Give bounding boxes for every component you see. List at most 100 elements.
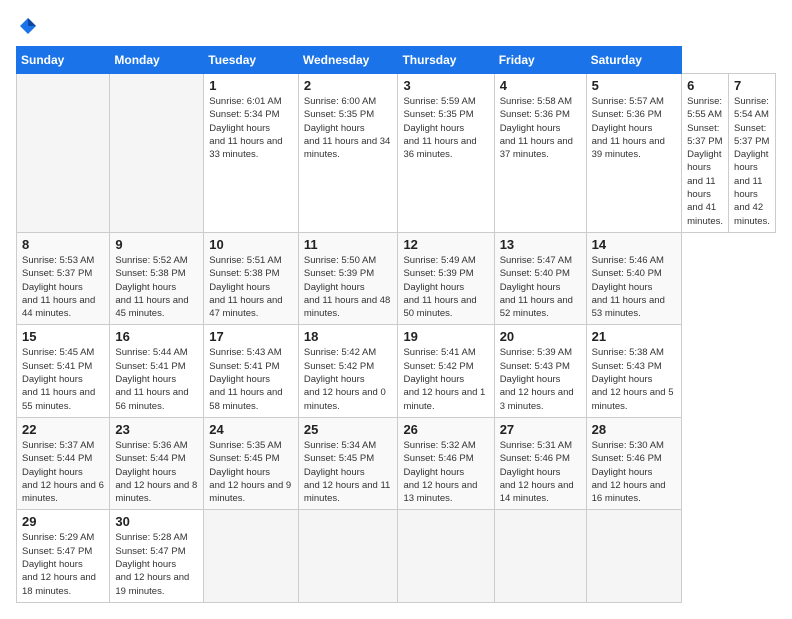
day-info: Sunrise: 5:31 AMSunset: 5:46 PMDaylight …: [500, 439, 581, 505]
day-info: Sunrise: 5:52 AMSunset: 5:38 PMDaylight …: [115, 254, 198, 320]
day-number: 3: [403, 78, 488, 93]
day-number: 23: [115, 422, 198, 437]
day-number: 5: [592, 78, 677, 93]
calendar-cell: 21 Sunrise: 5:38 AMSunset: 5:43 PMDaylig…: [586, 325, 682, 417]
weekday-header-sunday: Sunday: [17, 47, 110, 74]
day-number: 17: [209, 329, 293, 344]
logo: [16, 16, 38, 36]
calendar-cell: 19 Sunrise: 5:41 AMSunset: 5:42 PMDaylig…: [398, 325, 494, 417]
day-info: Sunrise: 5:45 AMSunset: 5:41 PMDaylight …: [22, 346, 104, 412]
calendar-week-5: 29 Sunrise: 5:29 AMSunset: 5:47 PMDaylig…: [17, 510, 776, 602]
calendar-cell: 29 Sunrise: 5:29 AMSunset: 5:47 PMDaylig…: [17, 510, 110, 602]
day-info: Sunrise: 5:51 AMSunset: 5:38 PMDaylight …: [209, 254, 293, 320]
calendar-week-3: 15 Sunrise: 5:45 AMSunset: 5:41 PMDaylig…: [17, 325, 776, 417]
day-number: 21: [592, 329, 677, 344]
calendar-cell: 14 Sunrise: 5:46 AMSunset: 5:40 PMDaylig…: [586, 232, 682, 324]
day-number: 18: [304, 329, 393, 344]
day-info: Sunrise: 5:30 AMSunset: 5:46 PMDaylight …: [592, 439, 677, 505]
day-number: 10: [209, 237, 293, 252]
day-number: 28: [592, 422, 677, 437]
day-number: 15: [22, 329, 104, 344]
day-info: Sunrise: 5:57 AMSunset: 5:36 PMDaylight …: [592, 95, 677, 161]
day-number: 11: [304, 237, 393, 252]
calendar-cell: 6 Sunrise: 5:55 AMSunset: 5:37 PMDayligh…: [682, 74, 729, 233]
day-number: 8: [22, 237, 104, 252]
day-number: 9: [115, 237, 198, 252]
day-number: 26: [403, 422, 488, 437]
day-number: 22: [22, 422, 104, 437]
day-info: Sunrise: 5:32 AMSunset: 5:46 PMDaylight …: [403, 439, 488, 505]
day-info: Sunrise: 5:46 AMSunset: 5:40 PMDaylight …: [592, 254, 677, 320]
empty-cell: [17, 74, 110, 233]
day-info: Sunrise: 6:00 AMSunset: 5:35 PMDaylight …: [304, 95, 393, 161]
day-number: 20: [500, 329, 581, 344]
calendar-cell: 2 Sunrise: 6:00 AMSunset: 5:35 PMDayligh…: [298, 74, 398, 233]
day-info: Sunrise: 5:29 AMSunset: 5:47 PMDaylight …: [22, 531, 104, 597]
calendar-header: SundayMondayTuesdayWednesdayThursdayFrid…: [17, 47, 776, 74]
day-info: Sunrise: 5:35 AMSunset: 5:45 PMDaylight …: [209, 439, 293, 505]
day-info: Sunrise: 5:47 AMSunset: 5:40 PMDaylight …: [500, 254, 581, 320]
day-info: Sunrise: 5:44 AMSunset: 5:41 PMDaylight …: [115, 346, 198, 412]
day-number: 29: [22, 514, 104, 529]
calendar-cell: 3 Sunrise: 5:59 AMSunset: 5:35 PMDayligh…: [398, 74, 494, 233]
day-info: Sunrise: 5:36 AMSunset: 5:44 PMDaylight …: [115, 439, 198, 505]
calendar-cell: 4 Sunrise: 5:58 AMSunset: 5:36 PMDayligh…: [494, 74, 586, 233]
calendar-cell: 1 Sunrise: 6:01 AMSunset: 5:34 PMDayligh…: [204, 74, 299, 233]
calendar-cell: 18 Sunrise: 5:42 AMSunset: 5:42 PMDaylig…: [298, 325, 398, 417]
calendar-cell: 16 Sunrise: 5:44 AMSunset: 5:41 PMDaylig…: [110, 325, 204, 417]
weekday-header-wednesday: Wednesday: [298, 47, 398, 74]
day-info: Sunrise: 5:43 AMSunset: 5:41 PMDaylight …: [209, 346, 293, 412]
day-number: 12: [403, 237, 488, 252]
day-info: Sunrise: 5:50 AMSunset: 5:39 PMDaylight …: [304, 254, 393, 320]
day-info: Sunrise: 6:01 AMSunset: 5:34 PMDaylight …: [209, 95, 293, 161]
day-info: Sunrise: 5:28 AMSunset: 5:47 PMDaylight …: [115, 531, 198, 597]
day-number: 6: [687, 78, 723, 93]
calendar-cell: 5 Sunrise: 5:57 AMSunset: 5:36 PMDayligh…: [586, 74, 682, 233]
weekday-header-saturday: Saturday: [586, 47, 682, 74]
day-number: 24: [209, 422, 293, 437]
day-info: Sunrise: 5:38 AMSunset: 5:43 PMDaylight …: [592, 346, 677, 412]
day-info: Sunrise: 5:58 AMSunset: 5:36 PMDaylight …: [500, 95, 581, 161]
day-info: Sunrise: 5:55 AMSunset: 5:37 PMDaylight …: [687, 95, 723, 228]
day-info: Sunrise: 5:53 AMSunset: 5:37 PMDaylight …: [22, 254, 104, 320]
calendar-body: 1 Sunrise: 6:01 AMSunset: 5:34 PMDayligh…: [17, 74, 776, 603]
calendar-cell: 15 Sunrise: 5:45 AMSunset: 5:41 PMDaylig…: [17, 325, 110, 417]
day-number: 25: [304, 422, 393, 437]
day-number: 27: [500, 422, 581, 437]
day-number: 13: [500, 237, 581, 252]
day-info: Sunrise: 5:49 AMSunset: 5:39 PMDaylight …: [403, 254, 488, 320]
weekday-header-monday: Monday: [110, 47, 204, 74]
calendar-cell: 9 Sunrise: 5:52 AMSunset: 5:38 PMDayligh…: [110, 232, 204, 324]
calendar-week-2: 8 Sunrise: 5:53 AMSunset: 5:37 PMDayligh…: [17, 232, 776, 324]
calendar-week-1: 1 Sunrise: 6:01 AMSunset: 5:34 PMDayligh…: [17, 74, 776, 233]
day-number: 19: [403, 329, 488, 344]
day-number: 7: [734, 78, 770, 93]
calendar-cell: [398, 510, 494, 602]
calendar-cell: 12 Sunrise: 5:49 AMSunset: 5:39 PMDaylig…: [398, 232, 494, 324]
day-info: Sunrise: 5:42 AMSunset: 5:42 PMDaylight …: [304, 346, 393, 412]
calendar-cell: [586, 510, 682, 602]
calendar-cell: [204, 510, 299, 602]
day-number: 2: [304, 78, 393, 93]
page-header: [16, 16, 776, 36]
day-number: 14: [592, 237, 677, 252]
calendar-cell: 13 Sunrise: 5:47 AMSunset: 5:40 PMDaylig…: [494, 232, 586, 324]
calendar-cell: 11 Sunrise: 5:50 AMSunset: 5:39 PMDaylig…: [298, 232, 398, 324]
calendar-cell: 27 Sunrise: 5:31 AMSunset: 5:46 PMDaylig…: [494, 417, 586, 509]
day-info: Sunrise: 5:37 AMSunset: 5:44 PMDaylight …: [22, 439, 104, 505]
calendar-week-4: 22 Sunrise: 5:37 AMSunset: 5:44 PMDaylig…: [17, 417, 776, 509]
weekday-header-thursday: Thursday: [398, 47, 494, 74]
day-number: 4: [500, 78, 581, 93]
day-number: 16: [115, 329, 198, 344]
calendar-cell: 8 Sunrise: 5:53 AMSunset: 5:37 PMDayligh…: [17, 232, 110, 324]
calendar-cell: 17 Sunrise: 5:43 AMSunset: 5:41 PMDaylig…: [204, 325, 299, 417]
calendar-cell: 26 Sunrise: 5:32 AMSunset: 5:46 PMDaylig…: [398, 417, 494, 509]
weekday-header-friday: Friday: [494, 47, 586, 74]
calendar-cell: [298, 510, 398, 602]
calendar-cell: 25 Sunrise: 5:34 AMSunset: 5:45 PMDaylig…: [298, 417, 398, 509]
day-number: 1: [209, 78, 293, 93]
calendar-cell: 7 Sunrise: 5:54 AMSunset: 5:37 PMDayligh…: [729, 74, 776, 233]
calendar-cell: 30 Sunrise: 5:28 AMSunset: 5:47 PMDaylig…: [110, 510, 204, 602]
calendar-cell: 24 Sunrise: 5:35 AMSunset: 5:45 PMDaylig…: [204, 417, 299, 509]
day-info: Sunrise: 5:39 AMSunset: 5:43 PMDaylight …: [500, 346, 581, 412]
